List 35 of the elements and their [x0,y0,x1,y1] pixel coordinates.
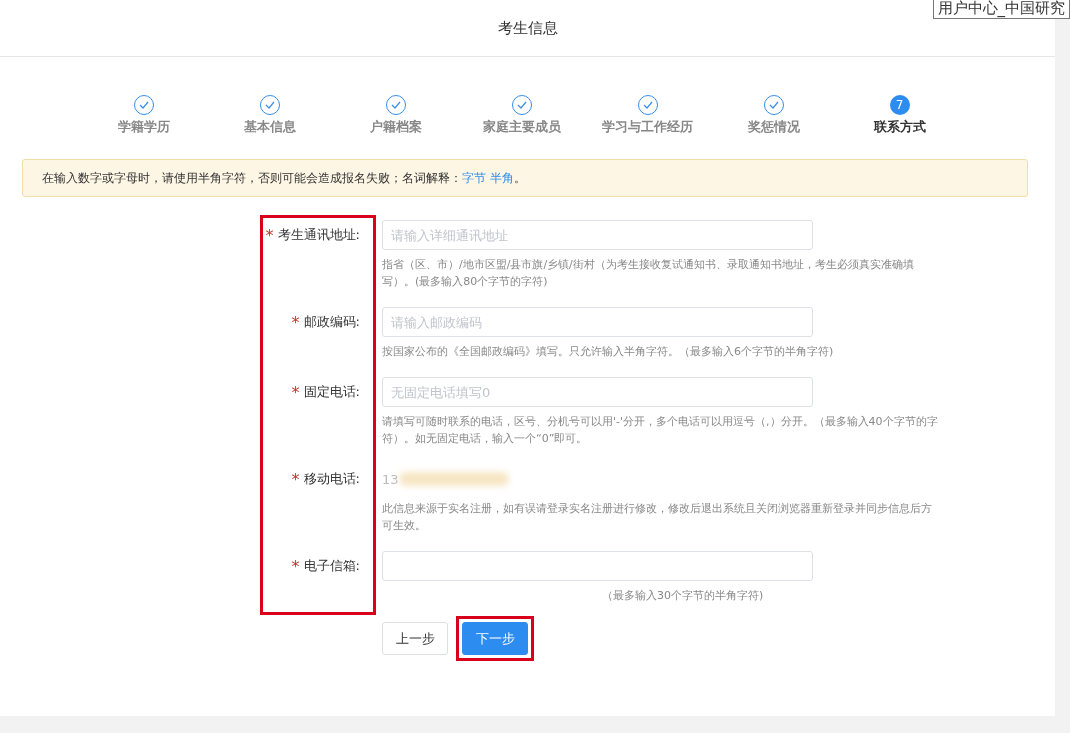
field-label: 电子信箱: [303,557,360,575]
text-field[interactable]: 请输入邮政编码 [382,307,813,337]
step-label: 户籍档案 [369,118,422,136]
field-hint: 指省（区、市）/地市区盟/县市旗/乡镇/街村（为考生接收复试通知书、录取通知书地址，考生必须真实准确填写）。(最多输入80个字节的字符) [382,257,915,290]
required-mark: * [291,556,300,576]
field-hint: 此信息来源于实名注册，如有误请登录实名注册进行修改，修改后退出系统且关闭浏览器重新登录并同步信息后方可生效。 [382,501,933,534]
field-hint: 请填写可随时联系的电话，区号、分机号可以用'-'分开，多个电话可以用逗号（,）分开。（最多输入40个字节的字符）。如无固定电话，输入一个“0”即可。 [382,414,939,447]
step-number: 7 [889,95,910,115]
next-button[interactable]: 下一步 [462,622,528,655]
text-field[interactable]: 请输入详细通讯地址 [382,220,813,250]
field-label: 移动电话: [303,470,360,488]
field-label: 考生通讯地址: [277,226,360,244]
field-label: 固定电话: [303,383,360,401]
required-mark: * [291,382,300,402]
term-link[interactable]: 字节 [462,170,486,185]
text-field[interactable]: 无固定电话填写0 [382,377,813,407]
step-label: 奖惩情况 [747,118,800,136]
phone-value: 13 [382,471,399,487]
required-mark: * [291,312,300,332]
text-field[interactable] [382,551,813,581]
step-label: 基本信息 [243,118,296,136]
step-label: 联系方式 [873,118,926,136]
tooltip: 用户中心_中国研究 [932,0,1070,19]
term-link[interactable]: 半角 [489,170,514,185]
required-mark: * [265,225,274,245]
back-button[interactable]: 上一步 [382,622,448,655]
step-label: 家庭主要成员 [482,118,561,136]
field-hint: （最多输入30个字节的半角字符) [601,588,765,604]
field-hint: 按国家公布的《全国邮政编码》填写。只允许输入半角字符。（最多输入6个字节的半角字符) [382,344,835,360]
step-label: 学籍学历 [117,118,170,136]
required-mark: * [291,469,300,489]
step-label: 学习与工作经历 [602,118,693,136]
page-title: 考生信息 [497,18,558,38]
field-label: 邮政编码: [303,313,360,331]
notice-text: 在输入数字或字母时，请使用半角字符，否则可能会造成报名失败；名词解释：字节 半角。 [42,169,526,187]
